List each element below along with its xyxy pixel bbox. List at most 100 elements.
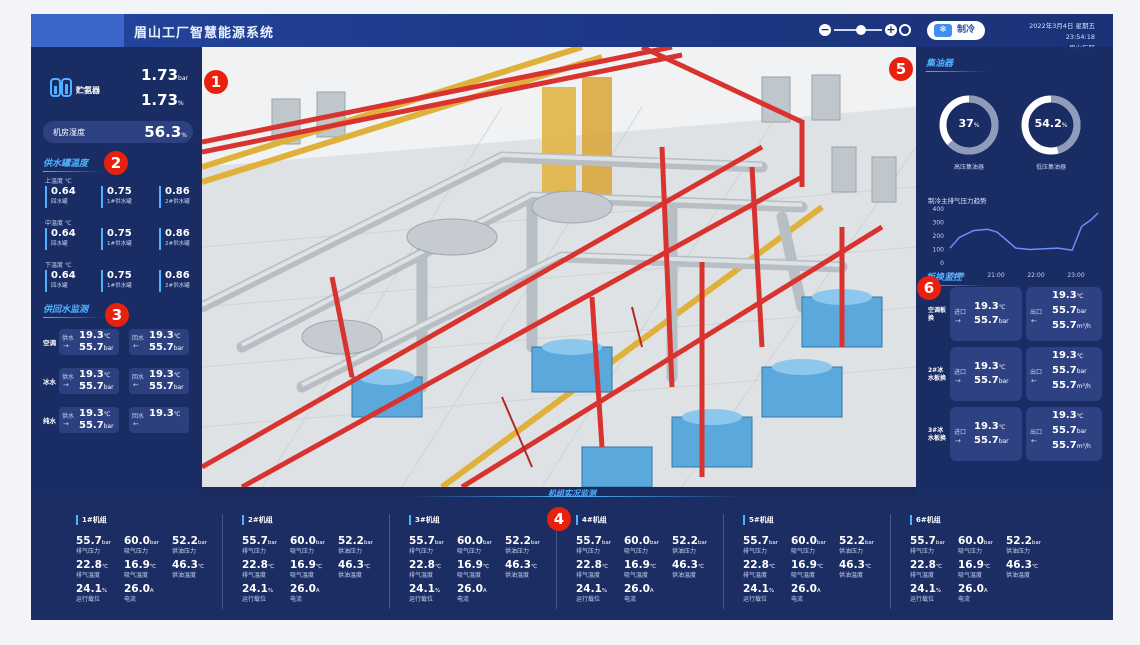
metric-unit: bar (1031, 540, 1042, 546)
donut-label: 低压集油器 (1035, 164, 1066, 171)
metric-label: 运行载位 (743, 596, 768, 603)
cooling-mode-button[interactable]: ❄ 制冷 (927, 21, 985, 40)
supply-temp: 19.3℃ (79, 408, 110, 419)
outlet-flow-number: 55.7 (1052, 320, 1077, 331)
metric-unit: ℃ (482, 564, 490, 570)
accumulator-unit-1: bar (178, 75, 188, 82)
return-temp: 19.3℃ (149, 369, 180, 380)
tank-name: 1#供水罐 (107, 199, 132, 205)
right-panel: 集油器 37% 高压集油器 54.2% 低压集油器 制冷主排气压力趋势 400 300 2… (916, 47, 1113, 495)
outlet-flow: 55.7m³/h (1052, 320, 1091, 331)
x-tick-label: 22:00 (1027, 272, 1044, 279)
donut-value: 54.2% (1016, 117, 1086, 130)
app-title: 眉山工厂智慧能源系统 (134, 26, 275, 41)
metric-value: 22.8 (576, 559, 602, 571)
metric-value: 24.1 (743, 583, 769, 595)
outlet-cell: 出口 ← 19.3℃ 55.7bar 55.7m³/h (1026, 287, 1102, 341)
return-label: 回水 (132, 335, 145, 342)
outlet-temp: 19.3℃ (1052, 410, 1083, 421)
unit-metric: 24.1% 运行载位 (242, 577, 273, 603)
plant-3d-view[interactable] (202, 47, 916, 487)
oil-donut: 37% 高压集油器 (934, 92, 1004, 172)
return-pressure: 55.7bar (149, 381, 184, 392)
plate-row-name: 2#冰水板换 (928, 367, 947, 382)
zoom-reset-button[interactable] (899, 24, 911, 36)
zoom-out-button[interactable]: − (819, 24, 831, 36)
oil-collector-title: 集油器 (926, 56, 987, 72)
tank-name: 回水罐 (51, 199, 68, 205)
metric-unit: bar (101, 540, 112, 546)
metric-value: 60.0 (290, 535, 316, 547)
supply-pressure-unit: bar (103, 384, 114, 391)
inlet-pressure-number: 55.7 (974, 435, 999, 446)
room-humidity-value: 56.3% (144, 123, 187, 141)
inlet-cell: 进口 → 19.3℃ 55.7bar (950, 407, 1022, 461)
y-tick-label: 0 (940, 260, 944, 267)
supply-row: 空调 供水 → 19.3℃ 55.7bar 回水 ← 19.3℃ 55.7bar (37, 327, 197, 357)
metric-unit: bar (983, 540, 994, 546)
tank-value: 0.86 (165, 186, 190, 197)
outlet-pressure-unit: bar (1076, 368, 1087, 375)
unit-metric: 26.0A 电流 (457, 577, 487, 603)
metric-value: 22.8 (910, 559, 936, 571)
outlet-temp-unit: ℃ (1076, 293, 1084, 300)
supply-row: 冰水 供水 → 19.3℃ 55.7bar 回水 ← 19.3℃ 55.7bar (37, 366, 197, 396)
metric-unit: bar (935, 540, 946, 546)
return-temp-number: 19.3 (149, 330, 174, 341)
unit-metric: 46.3℃ 供油温度 (172, 553, 204, 579)
unit-metric: 60.0bar 吸气压力 (124, 529, 159, 555)
inlet-pressure: 55.7bar (974, 375, 1009, 386)
return-pressure-unit: bar (173, 345, 184, 352)
metric-unit: bar (697, 540, 708, 546)
unit-metric: 16.9℃ 吸气温度 (290, 553, 322, 579)
return-temp-unit: ℃ (173, 372, 181, 379)
y-tick-label: 200 (933, 233, 945, 240)
outlet-cell: 出口 ← 19.3℃ 55.7bar 55.7m³/h (1026, 407, 1102, 461)
metric-value: 46.3 (505, 559, 531, 571)
supply-row: 纯水 供水 → 19.3℃ 55.7bar 回水 ← 19.3℃ (37, 405, 197, 435)
unit-metric: 26.0A 电流 (791, 577, 821, 603)
outlet-pressure-number: 55.7 (1052, 425, 1077, 436)
metric-unit: ℃ (267, 564, 275, 570)
badge-3: 3 (105, 303, 129, 327)
metric-unit: bar (816, 540, 827, 546)
metric-value: 52.2 (1006, 535, 1032, 547)
unit-column: 3#机组 55.7bar 排气压力 60.0bar 吸气压力 52.2bar 供油压力 22.… (397, 511, 557, 620)
metric-value: 46.3 (1006, 559, 1032, 571)
metric-unit: ℃ (697, 564, 705, 570)
metric-value: 24.1 (242, 583, 268, 595)
supply-temp-unit: ℃ (103, 372, 111, 379)
plate-row: 2#冰水板换 进口 → 19.3℃ 55.7bar 出口 ← 19.3℃ 55.7bar 55.7… (924, 347, 1108, 403)
donut-unit: % (1061, 122, 1068, 129)
unit-metric: 22.8℃ 排气温度 (242, 553, 274, 579)
plate-row: 空调板换 进口 → 19.3℃ 55.7bar 出口 ← 19.3℃ 55.7bar 55.7m³… (924, 287, 1108, 343)
metric-value: 60.0 (624, 535, 650, 547)
outlet-cell: 出口 ← 19.3℃ 55.7bar 55.7m³/h (1026, 347, 1102, 401)
return-label: 回水 (132, 374, 145, 381)
zoom-in-button[interactable]: + (885, 24, 897, 36)
return-cell: 回水 ← 19.3℃ 55.7bar (129, 368, 189, 394)
metric-label: 运行载位 (76, 596, 101, 603)
tank-value: 0.64 (51, 228, 76, 239)
arrow-icon: → (63, 342, 69, 350)
room-humidity-box: 机房湿度 56.3% (43, 121, 193, 143)
badge-5: 5 (889, 57, 913, 81)
unit-metric: 16.9℃ 吸气温度 (791, 553, 823, 579)
tank-reading: 0.86 2#供水罐 (159, 186, 209, 208)
metric-value: 16.9 (457, 559, 483, 571)
metric-value: 60.0 (958, 535, 984, 547)
tank-reading: 0.86 2#供水罐 (159, 270, 209, 292)
return-pressure: 55.7bar (149, 342, 184, 353)
outlet-label: 出口 (1030, 309, 1043, 316)
zoom-slider-thumb[interactable] (856, 25, 866, 35)
metric-unit: ℃ (983, 564, 991, 570)
y-tick-label: 300 (933, 220, 945, 227)
inlet-temp-unit: ℃ (998, 304, 1006, 311)
unit-metric: 55.7bar 排气压力 (242, 529, 277, 555)
tank-value: 0.75 (107, 270, 132, 281)
supply-pressure-unit: bar (103, 345, 114, 352)
donut-number: 37 (958, 117, 974, 130)
unit-metric: 26.0A 电流 (124, 577, 154, 603)
metric-unit: ℃ (197, 564, 205, 570)
supply-cell: 供水 → 19.3℃ 55.7bar (59, 329, 119, 355)
